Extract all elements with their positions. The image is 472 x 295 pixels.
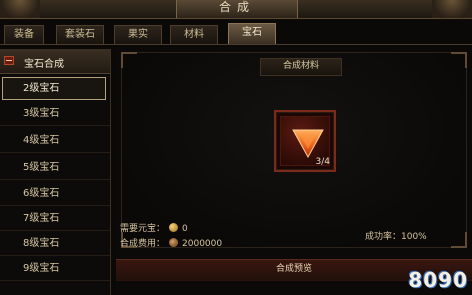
material-count: 3/4 <box>315 157 330 167</box>
yuanbao-row: 需要元宝： 0 <box>120 222 188 236</box>
tab-set-stone[interactable]: 套装石 <box>56 25 104 44</box>
tab-divider <box>0 44 472 45</box>
material-frame: 合成材料 3/4 <box>121 52 467 248</box>
window-title: 合成 <box>176 0 298 18</box>
fee-label: 合成费用： <box>120 239 166 249</box>
sidebar-category-label: 宝石合成 <box>24 59 64 70</box>
sidebar-item-level-5-gem[interactable]: 5级宝石 <box>0 157 110 180</box>
material-slot[interactable]: 3/4 <box>274 110 336 172</box>
window-title-bar: 合成 <box>0 0 472 19</box>
synthesis-panel: 合成材料 3/4 需要元宝： 0 合成费用： 2000000 成功率：100% … <box>116 50 472 295</box>
gold-ingot-icon <box>169 223 179 232</box>
sidebar-category-gem-synthesis[interactable]: 宝石合成 <box>0 49 110 74</box>
sidebar-item-level-6-gem[interactable]: 6级宝石 <box>0 183 110 206</box>
sidebar-item-level-3-gem[interactable]: 3级宝石 <box>0 103 110 126</box>
copper-coin-icon <box>169 238 179 247</box>
yuanbao-value: 0 <box>182 224 188 234</box>
ornament-right <box>432 0 472 18</box>
site-watermark: 8090 <box>408 268 468 292</box>
yuanbao-label: 需要元宝： <box>120 224 166 234</box>
tab-material[interactable]: 材料 <box>170 25 218 44</box>
tab-equipment[interactable]: 装备 <box>4 25 44 44</box>
sidebar-item-level-9-gem[interactable]: 9级宝石 <box>0 258 110 281</box>
sidebar-item-level-7-gem[interactable]: 7级宝石 <box>0 208 110 231</box>
success-rate: 成功率：100% <box>365 232 427 242</box>
tab-gem[interactable]: 宝石 <box>228 23 276 44</box>
fee-row: 合成费用： 2000000 <box>120 237 222 251</box>
collapse-icon[interactable] <box>4 56 14 65</box>
sidebar: 宝石合成 2级宝石 3级宝石 4级宝石 5级宝石 6级宝石 7级宝石 8级宝石 … <box>0 49 111 295</box>
tab-fruit[interactable]: 果实 <box>114 25 162 44</box>
sidebar-item-level-4-gem[interactable]: 4级宝石 <box>0 130 110 153</box>
fee-value: 2000000 <box>182 239 223 249</box>
tab-bar: 装备 套装石 果实 材料 宝石 <box>0 23 300 45</box>
sidebar-item-level-2-gem[interactable]: 2级宝石 <box>2 77 106 100</box>
ornament-left <box>0 0 40 18</box>
sidebar-item-level-8-gem[interactable]: 8级宝石 <box>0 233 110 256</box>
red-gem-icon <box>292 129 324 159</box>
section-title-materials: 合成材料 <box>260 58 342 76</box>
